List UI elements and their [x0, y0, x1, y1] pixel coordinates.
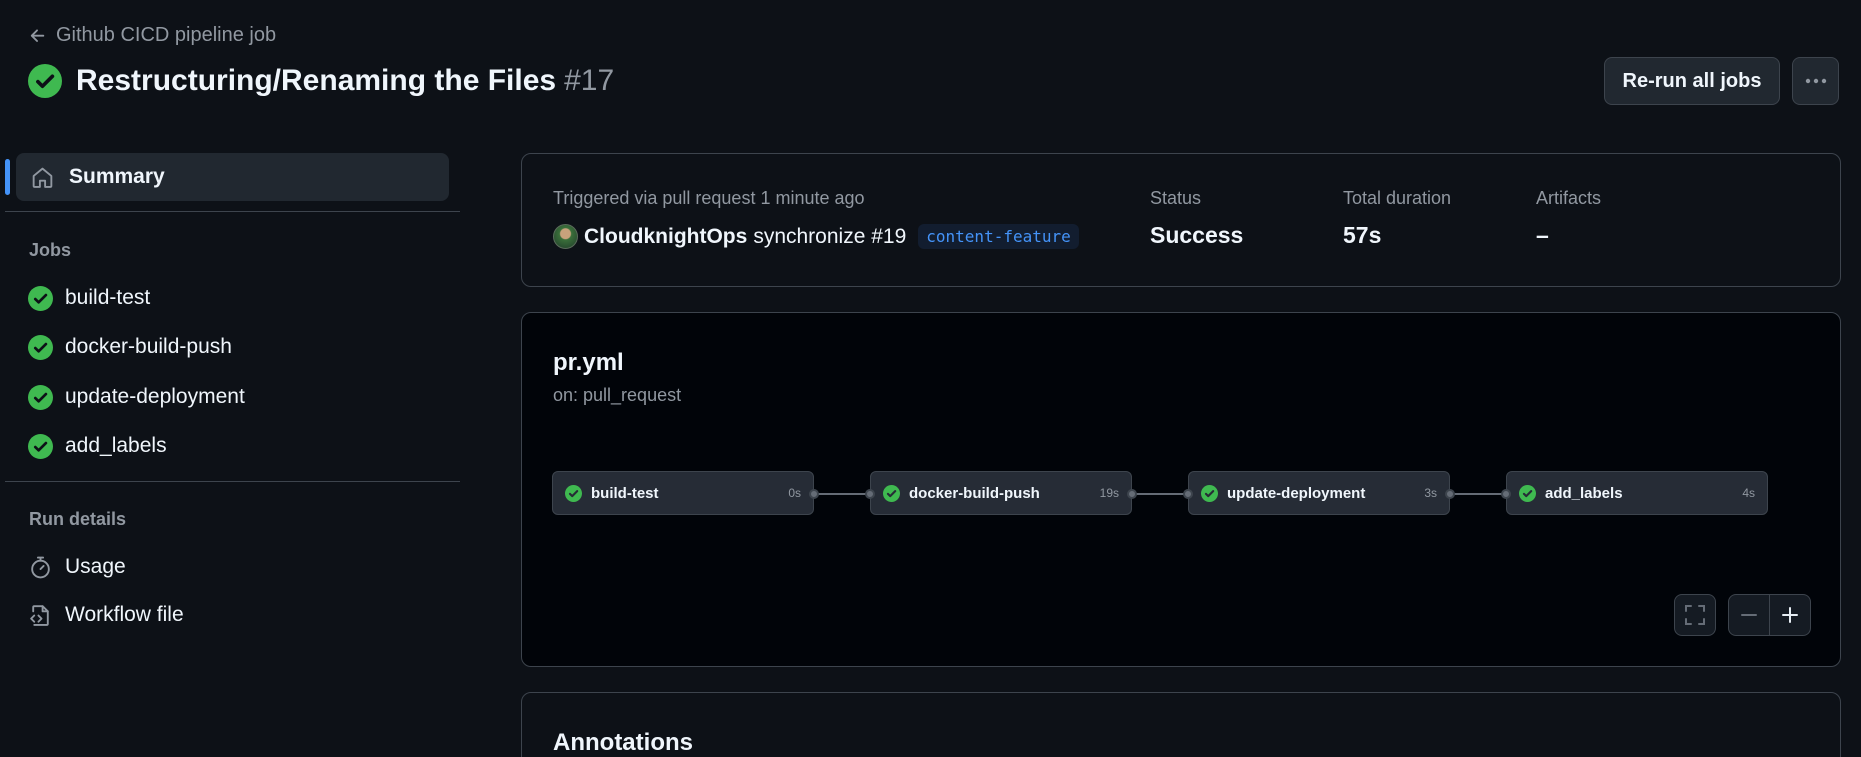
page-title: Restructuring/Renaming the Files #17 — [28, 64, 614, 98]
job-node-name: add_labels — [1545, 484, 1623, 502]
workflow-graph-panel: pr.yml on: pull_request build-test 0s do… — [521, 312, 1841, 667]
job-port — [1445, 489, 1455, 499]
success-check-icon — [28, 64, 62, 98]
sidebar-item-label: Usage — [65, 555, 126, 578]
sidebar-item-label: docker-build-push — [65, 335, 232, 358]
job-connector — [1454, 493, 1506, 495]
success-check-icon — [28, 334, 53, 360]
sidebar-item-summary[interactable]: Summary — [16, 153, 449, 201]
job-port — [809, 489, 819, 499]
job-port — [1183, 489, 1193, 499]
status-value: Success — [1150, 222, 1244, 248]
arrow-left-icon — [30, 28, 45, 42]
success-check-icon — [28, 433, 53, 459]
sidebar-item-workflow-file[interactable]: Workflow file — [28, 600, 184, 630]
sidebar-item-usage[interactable]: Usage — [28, 552, 126, 582]
back-link-label: Github CICD pipeline job — [56, 24, 277, 46]
success-check-icon — [1201, 484, 1218, 502]
sidebar-item-label: Workflow file — [65, 603, 184, 626]
actor-link[interactable]: CloudknightOps — [584, 225, 747, 249]
job-node[interactable]: add_labels 4s — [1501, 471, 1768, 515]
jobs-heading: Jobs — [29, 240, 72, 260]
sidebar-item-job[interactable]: add_labels — [28, 431, 167, 461]
sidebar-item-job[interactable]: build-test — [28, 283, 150, 313]
success-check-icon — [28, 384, 53, 410]
job-connector — [1136, 493, 1188, 495]
sidebar-item-job[interactable]: update-deployment — [28, 382, 245, 412]
annotations-title: Annotations — [553, 729, 693, 756]
job-connector — [818, 493, 870, 495]
job-node[interactable]: update-deployment 3s — [1183, 471, 1455, 515]
divider — [5, 481, 460, 482]
kebab-horizontal-icon — [1805, 78, 1826, 84]
zoom-in-button[interactable] — [1769, 594, 1811, 636]
rerun-all-jobs-button[interactable]: Re-run all jobs — [1604, 57, 1780, 105]
run-summary-panel: Triggered via pull request 1 minute ago … — [521, 153, 1841, 287]
screen-full-icon — [1685, 605, 1705, 625]
trigger-text: Triggered via pull request 1 minute ago — [553, 188, 865, 208]
zoom-out-button[interactable] — [1728, 594, 1770, 636]
file-code-icon — [30, 604, 49, 626]
success-check-icon — [565, 484, 582, 502]
back-link[interactable]: Github CICD pipeline job — [28, 24, 276, 47]
workflow-trigger: on: pull_request — [553, 385, 682, 405]
sidebar-item-label: build-test — [65, 286, 151, 309]
divider — [5, 211, 460, 212]
job-node-name: docker-build-push — [909, 484, 1040, 502]
job-node[interactable]: build-test 0s — [552, 471, 819, 515]
job-node-time: 4s — [1742, 486, 1755, 500]
stopwatch-icon — [31, 556, 50, 578]
duration-label: Total duration — [1343, 188, 1452, 208]
job-node-name: update-deployment — [1227, 484, 1366, 502]
success-check-icon — [28, 285, 53, 311]
success-check-icon — [1519, 484, 1536, 502]
annotations-panel: Annotations — [521, 692, 1841, 757]
job-node-time: 0s — [788, 486, 801, 500]
status-label: Status — [1150, 188, 1202, 208]
active-indicator — [5, 159, 10, 195]
sidebar-item-label: update-deployment — [65, 385, 245, 408]
job-node-time: 19s — [1099, 486, 1119, 500]
branch-badge[interactable]: content-feature — [918, 224, 1079, 249]
trigger-details: CloudknightOps synchronize #19 content-f… — [553, 224, 1079, 249]
run-number: #17 — [564, 64, 615, 97]
sidebar-item-job[interactable]: docker-build-push — [28, 332, 232, 362]
run-details-heading: Run details — [29, 509, 127, 529]
job-node[interactable]: docker-build-push 19s — [865, 471, 1137, 515]
job-port — [1127, 489, 1137, 499]
job-port — [865, 489, 875, 499]
job-node-time: 3s — [1424, 486, 1437, 500]
home-icon — [32, 167, 53, 188]
fullscreen-button[interactable] — [1674, 594, 1716, 636]
job-port — [1501, 489, 1511, 499]
artifacts-label: Artifacts — [1536, 188, 1602, 208]
success-check-icon — [883, 484, 900, 502]
sidebar-item-label: Summary — [69, 165, 165, 188]
more-options-button[interactable] — [1792, 57, 1839, 105]
minus-icon — [1741, 614, 1757, 616]
plus-icon — [1782, 607, 1798, 623]
avatar[interactable] — [553, 224, 578, 249]
job-node-name: build-test — [591, 484, 659, 502]
event-text[interactable]: synchronize #19 — [753, 225, 906, 249]
duration-value[interactable]: 57s — [1343, 222, 1381, 249]
workflow-file-name[interactable]: pr.yml — [553, 349, 624, 377]
sidebar-item-label: add_labels — [65, 434, 167, 457]
artifacts-value: – — [1536, 222, 1549, 248]
run-title: Restructuring/Renaming the Files #17 — [76, 64, 615, 97]
